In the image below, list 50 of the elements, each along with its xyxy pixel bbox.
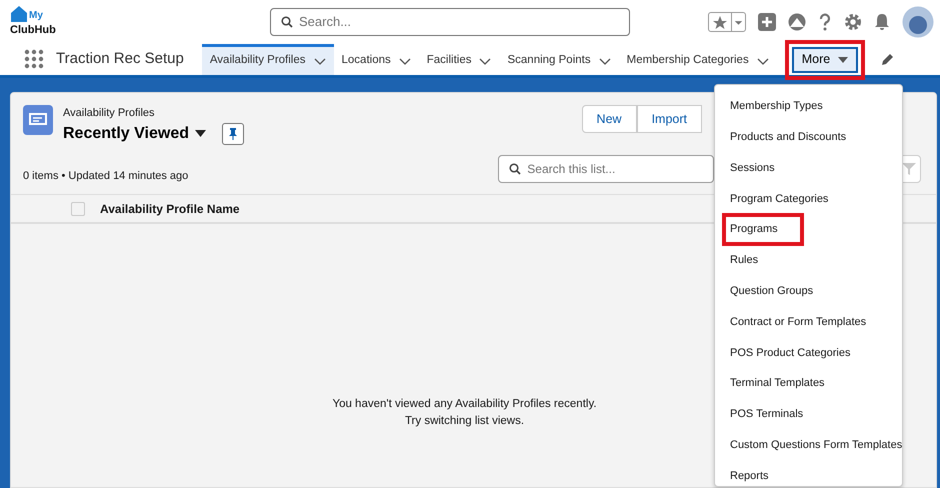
logo-drawing: My ClubHub <box>10 2 60 42</box>
favorites-button[interactable] <box>708 12 746 32</box>
list-search-field[interactable]: Search this list... <box>498 154 714 183</box>
mountain-icon[interactable] <box>788 13 806 31</box>
menu-item[interactable]: Sessions <box>722 152 783 184</box>
more-tab[interactable]: More <box>792 46 858 72</box>
select-all-checkbox[interactable] <box>71 202 85 216</box>
caret-icon <box>194 130 206 137</box>
menu-item[interactable]: POS Terminals <box>722 398 812 431</box>
empty-message: You haven't viewed any Availability Profiles recently. <box>332 397 597 412</box>
menu-item[interactable]: Programs <box>722 213 804 246</box>
menu-item[interactable]: Products and Discounts <box>722 120 854 154</box>
search-icon <box>509 162 522 175</box>
list-view-selector[interactable]: Recently Viewed <box>63 122 206 146</box>
settings-icon[interactable] <box>844 13 862 31</box>
caret-icon <box>838 56 848 62</box>
pin-button[interactable] <box>222 122 244 144</box>
chevron-icon <box>398 58 411 64</box>
empty-message: Try switching list views. <box>404 414 524 429</box>
menu-item[interactable]: Membership Types <box>722 90 831 123</box>
add-icon[interactable] <box>758 13 776 31</box>
column-header: Availability Profile Name <box>100 200 240 218</box>
list-status-text: 0 items • Updated 14 minutes ago <box>23 168 188 184</box>
chevron-icon <box>756 58 769 64</box>
menu-item[interactable]: POS Product Categories <box>722 336 858 370</box>
chevron-icon <box>479 58 492 64</box>
menu-item[interactable]: Custom Questions Form Templates <box>722 428 910 462</box>
menu-item[interactable]: Reports <box>722 460 777 488</box>
help-icon[interactable] <box>818 13 832 31</box>
nav-tab[interactable]: Availability Profiles <box>202 44 334 75</box>
chevron-icon <box>598 58 611 64</box>
search-icon <box>281 16 293 28</box>
pin-icon <box>228 128 237 140</box>
menu-item[interactable]: Terminal Templates <box>722 367 833 400</box>
menu-item[interactable]: Contract or Form Templates <box>722 306 874 338</box>
import-button[interactable]: Import <box>636 105 702 133</box>
notifications-icon[interactable] <box>874 13 890 31</box>
caret-icon[interactable] <box>731 13 745 31</box>
menu-item[interactable]: Program Categories <box>722 182 836 216</box>
object-label: Availability Profiles <box>63 106 156 121</box>
chevron-icon <box>314 58 326 64</box>
list-object-icon <box>23 105 53 135</box>
new-button[interactable]: New <box>582 105 637 133</box>
app-name: Traction Rec Setup <box>56 49 184 70</box>
edit-icon[interactable] <box>880 53 894 66</box>
avatar-icon[interactable] <box>902 6 934 38</box>
app-launcher-icon[interactable] <box>24 49 44 69</box>
search-field[interactable]: Search... <box>270 8 630 36</box>
menu-item[interactable]: Question Groups <box>722 274 822 308</box>
menu-item[interactable]: Rules <box>722 244 766 277</box>
